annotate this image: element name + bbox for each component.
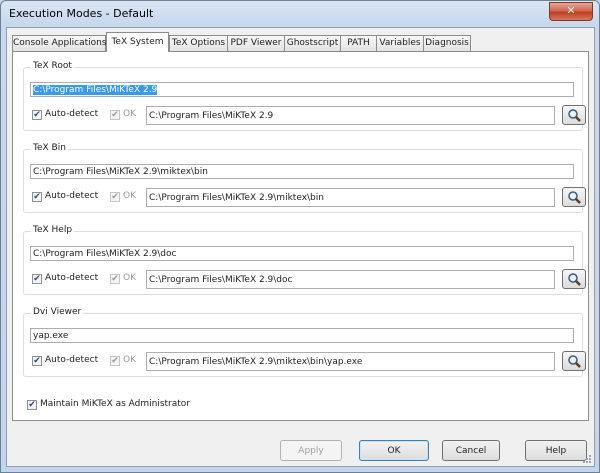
ok-label: OK xyxy=(123,273,136,283)
apply-button[interactable]: Apply xyxy=(280,440,342,461)
tab-path[interactable]: PATH xyxy=(340,35,377,51)
tex-bin-input[interactable]: C:\Program Files\MiKTeX 2.9\miktex\bin xyxy=(30,164,574,179)
group-label: TeX Root xyxy=(31,61,74,71)
tab-console-applications[interactable]: Console Applications xyxy=(12,35,107,51)
auto-detect-row: ✔ Auto-detect ✔ OK C:\Program Files\MiKT… xyxy=(30,187,586,208)
selected-text: C:\Program Files\MiKTeX 2.9 xyxy=(33,85,158,95)
magnifier-icon xyxy=(568,191,581,204)
tab-panel-tex-system: TeX Root C:\Program Files\MiKTeX 2.9 ✔ A… xyxy=(12,51,589,421)
auto-detect-label: Auto-detect xyxy=(45,355,99,365)
detected-path-field: C:\Program Files\MiKTeX 2.9\miktex\bin\y… xyxy=(146,352,555,371)
browse-button[interactable] xyxy=(562,351,586,371)
dialog-window: Execution Modes - Default ✕ Console Appl… xyxy=(0,0,600,473)
tab-tex-system[interactable]: TeX System xyxy=(106,32,169,52)
browse-button[interactable] xyxy=(562,187,586,207)
auto-detect-checkbox[interactable]: ✔ xyxy=(32,110,42,120)
auto-detect-label: Auto-detect xyxy=(45,191,99,201)
help-button[interactable]: Help xyxy=(525,440,587,461)
group-tex-root: TeX Root C:\Program Files\MiKTeX 2.9 ✔ A… xyxy=(23,61,586,131)
tab-variables[interactable]: Variables xyxy=(376,35,424,51)
tab-pdf-viewer[interactable]: PDF Viewer xyxy=(227,35,285,51)
resize-grip-icon[interactable] xyxy=(582,454,592,464)
tex-help-input[interactable]: C:\Program Files\MiKTeX 2.9\doc xyxy=(30,246,574,261)
magnifier-icon xyxy=(568,355,581,368)
maintain-admin-checkbox[interactable]: ✔ xyxy=(27,400,37,410)
title-bar: Execution Modes - Default ✕ xyxy=(1,1,599,27)
dvi-viewer-input[interactable]: yap.exe xyxy=(30,328,574,343)
tab-ghostscript[interactable]: Ghostscript xyxy=(284,35,341,51)
auto-detect-checkbox[interactable]: ✔ xyxy=(32,192,42,202)
magnifier-icon xyxy=(568,109,581,122)
detected-path-field: C:\Program Files\MiKTeX 2.9\doc xyxy=(146,270,555,289)
group-label: TeX Bin xyxy=(31,143,68,153)
maintain-admin-label: Maintain MiKTeX as Administrator xyxy=(40,399,191,409)
ok-checkbox: ✔ xyxy=(110,110,120,120)
cancel-button[interactable]: Cancel xyxy=(442,440,500,461)
window-title: Execution Modes - Default xyxy=(9,7,154,20)
group-tex-bin: TeX Bin C:\Program Files\MiKTeX 2.9\mikt… xyxy=(23,143,586,213)
auto-detect-label: Auto-detect xyxy=(45,109,99,119)
auto-detect-row: ✔ Auto-detect ✔ OK C:\Program Files\MiKT… xyxy=(30,351,586,372)
ok-label: OK xyxy=(123,109,136,119)
group-label: TeX Help xyxy=(31,225,75,235)
ok-label: OK xyxy=(123,355,136,365)
detected-path-field: C:\Program Files\MiKTeX 2.9\miktex\bin xyxy=(146,188,555,207)
dialog-client: Console Applications TeX System TeX Opti… xyxy=(6,27,595,467)
browse-button[interactable] xyxy=(562,269,586,289)
detected-path-field: C:\Program Files\MiKTeX 2.9 xyxy=(146,106,555,125)
close-icon: ✕ xyxy=(566,4,576,17)
auto-detect-checkbox[interactable]: ✔ xyxy=(32,356,42,366)
ok-checkbox: ✔ xyxy=(110,192,120,202)
group-tex-help: TeX Help C:\Program Files\MiKTeX 2.9\doc… xyxy=(23,225,586,295)
tab-diagnosis[interactable]: Diagnosis xyxy=(423,35,471,51)
tab-tex-options[interactable]: TeX Options xyxy=(169,35,228,51)
ok-button[interactable]: OK xyxy=(359,440,429,461)
close-button[interactable]: ✕ xyxy=(549,2,593,21)
group-label: Dvi Viewer xyxy=(31,307,84,317)
auto-detect-row: ✔ Auto-detect ✔ OK C:\Program Files\MiKT… xyxy=(30,269,586,290)
ok-label: OK xyxy=(123,191,136,201)
auto-detect-checkbox[interactable]: ✔ xyxy=(32,274,42,284)
auto-detect-row: ✔ Auto-detect ✔ OK C:\Program Files\MiKT… xyxy=(30,105,586,126)
ok-checkbox: ✔ xyxy=(110,274,120,284)
ok-checkbox: ✔ xyxy=(110,356,120,366)
magnifier-icon xyxy=(568,273,581,286)
group-dvi-viewer: Dvi Viewer yap.exe ✔ Auto-detect ✔ OK C:… xyxy=(23,307,586,377)
tex-root-input[interactable]: C:\Program Files\MiKTeX 2.9 xyxy=(30,82,574,97)
auto-detect-label: Auto-detect xyxy=(45,273,99,283)
browse-button[interactable] xyxy=(562,105,586,125)
